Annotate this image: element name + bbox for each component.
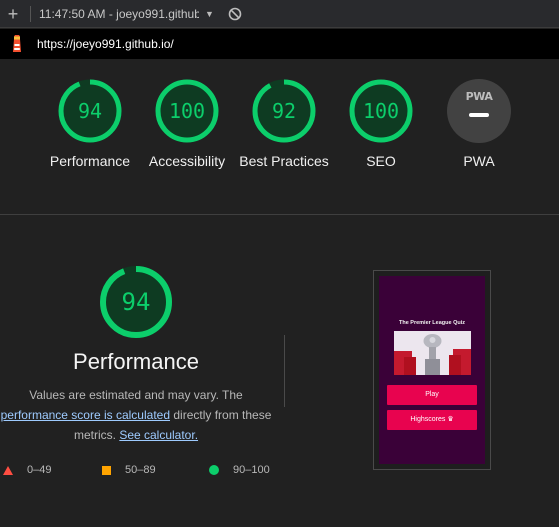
performance-description: Values are estimated and may vary. The p… xyxy=(0,385,272,445)
legend-average-range: 50–89 xyxy=(125,464,156,476)
category-gauges: 94 Performance 100 Accessibility 92 Best… xyxy=(0,59,559,215)
gauge-label: Accessibility xyxy=(148,153,226,169)
pwa-dash-icon xyxy=(469,113,489,117)
thumb-play-button: Play xyxy=(387,385,477,405)
performance-large-gauge-ring: 94 xyxy=(100,266,172,338)
toolbar-divider xyxy=(30,5,31,22)
gauge-score: 100 xyxy=(169,99,205,123)
new-report-button[interactable]: + xyxy=(0,0,26,28)
best-practices-gauge-ring: 92 xyxy=(252,79,316,143)
thumb-quiz-title: The Premier League Quiz xyxy=(398,320,466,326)
gauge-best-practices[interactable]: 92 Best Practices xyxy=(236,79,332,171)
accessibility-gauge-ring: 100 xyxy=(155,79,219,143)
gauge-seo[interactable]: 100 SEO xyxy=(333,79,429,171)
legend-fail: 0–49 xyxy=(3,464,51,476)
section-divider xyxy=(284,335,285,407)
see-calculator-link[interactable]: See calculator. xyxy=(119,428,198,442)
report-url-bar: https://joeyo991.github.io/ xyxy=(0,29,559,59)
score-legend: 0–49 50–89 90–100 xyxy=(0,464,300,482)
screenshot-image: The Premier League Quiz Play Highscores … xyxy=(379,276,485,464)
pwa-badge-text: PWA xyxy=(465,90,493,103)
lighthouse-logo-icon xyxy=(13,35,21,52)
trophy-image xyxy=(394,331,471,375)
desc-text-2: directly from these xyxy=(173,408,272,422)
gauge-score: 100 xyxy=(363,99,399,123)
pass-circle-icon xyxy=(209,465,219,475)
thumb-highscores-button: Highscores ♛ xyxy=(387,410,477,430)
legend-pass: 90–100 xyxy=(209,464,270,476)
performance-large-gauge: 94 xyxy=(0,265,272,339)
fail-triangle-icon xyxy=(3,465,13,475)
seo-gauge-ring: 100 xyxy=(349,79,413,143)
report-selector[interactable]: 11:47:50 AM - joeyo991.github xyxy=(39,7,199,21)
final-screenshot[interactable]: The Premier League Quiz Play Highscores … xyxy=(373,270,491,470)
average-square-icon xyxy=(102,465,111,475)
gauge-label: PWA xyxy=(463,153,495,169)
performance-summary: 94 Performance Values are estimated and … xyxy=(0,265,272,445)
gauge-label: Performance xyxy=(49,153,131,169)
pwa-badge-icon: PWA xyxy=(447,79,511,143)
legend-pass-range: 90–100 xyxy=(233,464,270,476)
gauge-pwa[interactable]: PWA PWA xyxy=(431,79,527,171)
chevron-down-icon[interactable]: ▼ xyxy=(205,9,214,19)
performance-gauge-ring: 94 xyxy=(58,79,122,143)
gauge-score: 92 xyxy=(272,99,296,123)
desc-text-3: metrics. xyxy=(73,428,116,442)
legend-fail-range: 0–49 xyxy=(27,464,52,476)
gauge-performance[interactable]: 94 Performance xyxy=(42,79,138,171)
performance-title: Performance xyxy=(73,349,199,374)
clear-all-icon[interactable] xyxy=(228,7,242,21)
legend-average: 50–89 xyxy=(102,464,156,476)
gauge-score: 94 xyxy=(78,99,102,123)
score-calculated-link[interactable]: performance score is calculated xyxy=(1,408,170,422)
performance-large-score: 94 xyxy=(122,288,151,316)
gauge-accessibility[interactable]: 100 Accessibility xyxy=(139,79,235,171)
desc-text-1: Values are estimated and may vary. The xyxy=(29,388,243,402)
devtools-toolbar: + 11:47:50 AM - joeyo991.github ▼ xyxy=(0,0,559,28)
gauge-label: SEO xyxy=(366,153,396,169)
report-url[interactable]: https://joeyo991.github.io/ xyxy=(37,37,174,51)
gauge-label: Best Practices xyxy=(239,153,329,169)
